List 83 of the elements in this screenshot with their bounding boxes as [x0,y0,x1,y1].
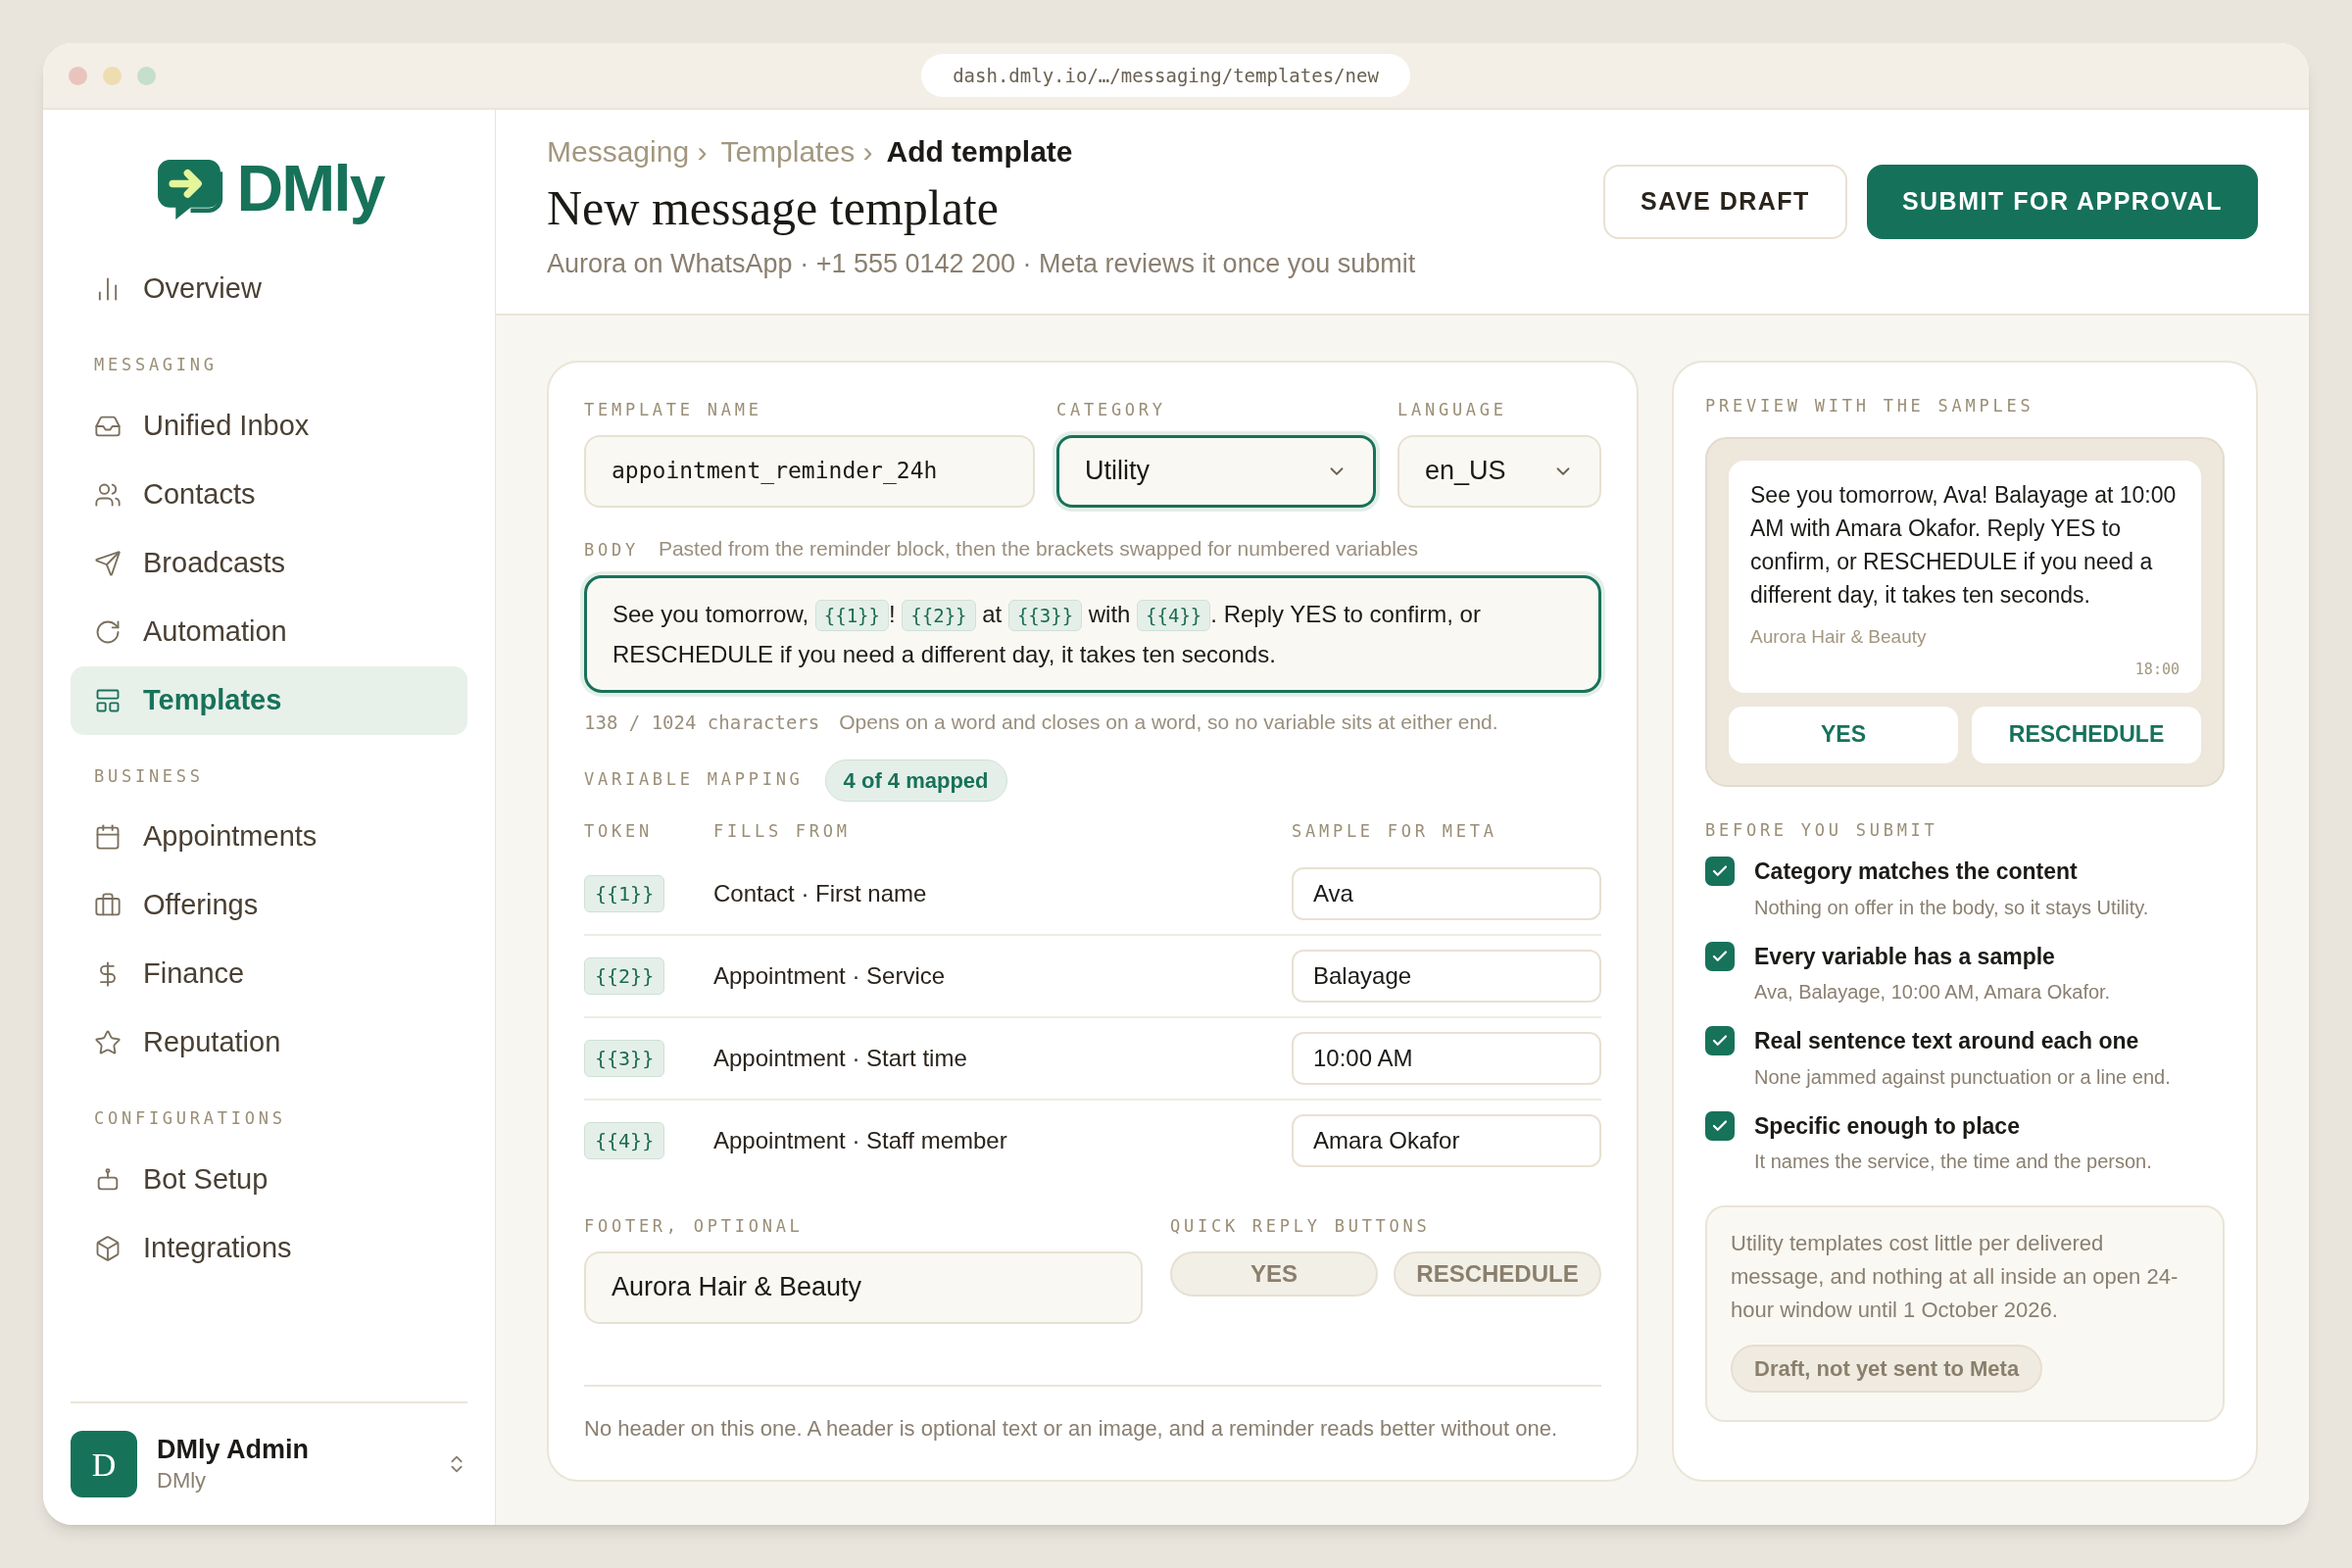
status-badge: Draft, not yet sent to Meta [1731,1345,2043,1393]
checkbox[interactable] [1705,857,1735,886]
nav-item[interactable]: Bot Setup [71,1145,467,1214]
nav-item[interactable]: Appointments [71,803,467,871]
nav-item[interactable]: Overview [71,255,467,323]
footer-field[interactable]: Aurora Hair & Beauty [584,1250,1143,1324]
submit-button[interactable]: SUBMIT FOR APPROVAL [1866,165,2258,239]
variable-token: {{3}} [1007,600,1083,631]
variable-token: {{2}} [584,957,665,995]
body-hint: Pasted from the reminder block, then the brackets swapped for numbered variables [658,535,1418,562]
field-label: LANGUAGE [1397,399,1508,421]
url-field[interactable]: dash.dmly.io/…/messaging/templates/new [921,53,1410,98]
account-name: DMly Admin [157,1434,309,1467]
column-header: SAMPLE FOR META [1292,820,1497,841]
field-label: BODY [584,538,639,562]
message-text: See you tomorrow, Ava! Balayage at 10:00 AM with Amara Okafor. Reply YES to confirm, or RESCHEDULE if you need a different day, it takes ten seconds. [1750,480,2178,610]
check-detail: None jammed against punctuation or a line end. [1754,1064,2171,1090]
sample-input[interactable]: Amara Okafor [1292,1114,1601,1167]
nav-item[interactable]: Contacts [71,460,467,529]
mapped-badge: 4 of 4 mapped [824,759,1007,802]
header-note: No header on this one. A header is optional text or an image, and a reminder reads better without one. [584,1416,1558,1441]
nav-item[interactable]: Broadcasts [71,528,467,598]
field-label: FOOTER, OPTIONAL [584,1215,805,1238]
nav-item[interactable]: Finance [71,940,467,1008]
reply-button[interactable]: YES [1729,706,1958,763]
send-icon [94,549,122,577]
section-heading: MESSAGING [94,355,218,374]
nav-item[interactable]: Reputation [71,1008,467,1077]
check-title: Real sentence text around each one [1754,1027,2140,1055]
field-label: CATEGORY [1056,399,1167,421]
section-heading: BUSINESS [94,765,204,786]
check-detail: Nothing on offer in the body, so it stays Utility. [1754,895,2149,920]
column-header: FILLS FROM [713,820,851,841]
nav-item[interactable]: Offerings [71,871,467,940]
check-title: Every variable has a sample [1754,942,2056,971]
nav-item[interactable]: Automation [71,597,467,666]
avatar: D [71,1431,137,1497]
page-subtitle: Aurora on WhatsApp · +1 555 0142 200 · Meta reviews it once you submit [547,248,1416,280]
variable-token: {{4}} [584,1122,665,1159]
variable-token: {{1}} [814,600,889,631]
check-title: Category matches the content [1754,858,2079,886]
nav-item[interactable]: Templates [71,665,467,735]
sample-input[interactable]: 10:00 AM [1292,1032,1601,1085]
fills-from-text: Contact · First name [713,879,928,908]
sample-input[interactable]: Balayage [1292,950,1601,1003]
reply-button[interactable]: RESCHEDULE [1972,706,2201,763]
fills-from-text: Appointment · Start time [713,1044,968,1073]
section-heading: CONFIGURATIONS [94,1108,286,1128]
body-note: Opens on a word and closes on a word, so no variable sits at either end. [839,710,1498,735]
column-header: TOKEN [584,820,653,841]
breadcrumb-link[interactable]: Add template [886,129,1073,173]
variable-token: {{1}} [584,875,665,912]
sample-input[interactable]: Ava [1292,867,1601,920]
checkbox[interactable] [1705,1110,1735,1141]
variable-token: {{2}} [902,600,976,631]
save-draft-button[interactable]: SAVE DRAFT [1603,165,1847,239]
template-name-field[interactable]: appointment_reminder_24h [584,434,1035,508]
cube-icon [94,1234,122,1262]
section-heading: BEFORE YOU SUBMIT [1705,819,1938,840]
check-detail: Ava, Balayage, 10:00 AM, Amara Okafor. [1754,980,2111,1004]
page-title: New message template [547,179,1000,237]
section-heading: VARIABLE MAPPING [584,768,804,792]
message-footer: Aurora Hair & Beauty [1750,622,2180,651]
field-label: QUICK REPLY BUTTONS [1170,1215,1432,1238]
calendar-icon [94,823,122,851]
message-time: 18:00 [2134,660,2180,680]
fills-from-text: Appointment · Staff member [713,1126,1008,1155]
checkbox[interactable] [1705,941,1735,971]
nav-item[interactable]: Integrations [71,1213,467,1283]
info-text: Utility templates cost little per delivered message, and nothing at all inside an open 24-hour window until 1 October 2026. [1731,1230,2180,1324]
section-heading: PREVIEW WITH THE SAMPLES [1705,395,2035,417]
nav-item[interactable]: Unified Inbox [71,391,467,461]
fills-from-text: Appointment · Service [713,961,947,991]
check-detail: It names the service, the time and the person. [1754,1150,2152,1174]
variable-token: {{4}} [1137,600,1211,631]
field-label: TEMPLATE NAME [584,399,763,421]
language-select[interactable]: en_US [1397,434,1601,508]
account-org: DMly [157,1467,208,1494]
variable-token: {{3}} [584,1040,665,1077]
checkbox[interactable] [1705,1026,1735,1055]
character-counter: 138 / 1024 characters [584,710,820,735]
star-icon [94,1029,122,1056]
check-title: Specific enough to place [1754,1111,2021,1141]
